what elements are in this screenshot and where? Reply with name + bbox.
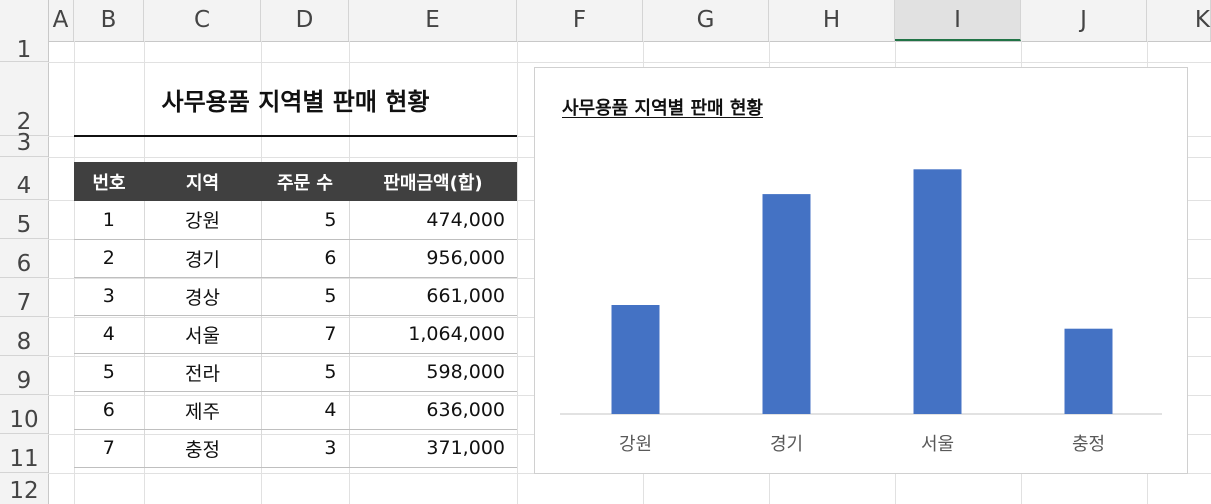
cell-region[interactable]: 경기 <box>144 239 262 278</box>
cell-no[interactable]: 7 <box>74 429 145 468</box>
row-header-4[interactable]: 4 <box>0 157 48 200</box>
cell-amount[interactable]: 956,000 <box>349 239 517 278</box>
column-header-k[interactable]: K <box>1147 0 1211 41</box>
row-header-7[interactable]: 7 <box>0 278 48 317</box>
column-header-j[interactable]: J <box>1021 0 1147 41</box>
column-header-b[interactable]: B <box>74 0 144 41</box>
column-header-g[interactable]: G <box>643 0 769 41</box>
row-header-11[interactable]: 11 <box>0 434 48 473</box>
row-header-bar: 1 2 3 4 5 6 7 8 9 10 11 12 <box>0 39 49 504</box>
cell-no[interactable]: 6 <box>74 391 145 430</box>
bar-4[interactable] <box>1064 328 1113 414</box>
cell-region[interactable]: 경상 <box>144 277 262 316</box>
cell-no[interactable]: 2 <box>74 239 145 278</box>
column-header-f[interactable]: F <box>517 0 643 41</box>
cell-orders[interactable]: 4 <box>261 391 350 430</box>
cell-amount[interactable]: 636,000 <box>349 391 517 430</box>
chart-plot: 강원 경기 서울 충정 <box>560 169 1162 455</box>
category-label: 충정 <box>1072 434 1105 455</box>
category-label: 강원 <box>619 434 652 455</box>
cell-orders[interactable]: 5 <box>261 277 350 316</box>
cell-region[interactable]: 서울 <box>144 315 262 354</box>
row-header-8[interactable]: 8 <box>0 317 48 356</box>
header-no[interactable]: 번호 <box>74 162 144 201</box>
bar-3[interactable] <box>913 169 962 414</box>
header-region[interactable]: 지역 <box>144 162 261 201</box>
cell-no[interactable]: 1 <box>74 201 145 240</box>
sales-chart[interactable]: 사무용품 지역별 판매 현황 강원 경기 서울 충정 <box>534 67 1188 474</box>
category-label: 서울 <box>921 434 954 455</box>
row-header-12[interactable]: 12 <box>0 473 48 504</box>
header-amount[interactable]: 판매금액(합) <box>349 162 517 201</box>
table-row: 2 경기 6 956,000 <box>74 239 517 278</box>
cell-no[interactable]: 3 <box>74 277 145 316</box>
column-header-c[interactable]: C <box>144 0 261 41</box>
row-header-10[interactable]: 10 <box>0 395 48 434</box>
cell-orders[interactable]: 3 <box>261 429 350 468</box>
table-row: 3 경상 5 661,000 <box>74 277 517 316</box>
table-row: 6 제주 4 636,000 <box>74 391 517 430</box>
title-underline <box>74 135 517 137</box>
table-row: 5 전라 5 598,000 <box>74 353 517 392</box>
row-header-5[interactable]: 5 <box>0 200 48 239</box>
category-label: 경기 <box>770 434 803 455</box>
sales-table: 번호 지역 주문 수 판매금액(합) 1 강원 5 474,000 2 경기 6… <box>74 162 517 468</box>
column-header-e[interactable]: E <box>349 0 517 41</box>
cell-orders[interactable]: 5 <box>261 353 350 392</box>
cell-amount[interactable]: 474,000 <box>349 201 517 240</box>
row-header-6[interactable]: 6 <box>0 239 48 278</box>
cell-region[interactable]: 강원 <box>144 201 262 240</box>
column-header-bar: A B C D E F G H I J K <box>0 0 1211 42</box>
cell-amount[interactable]: 661,000 <box>349 277 517 316</box>
cell-no[interactable]: 5 <box>74 353 145 392</box>
table-row: 7 충정 3 371,000 <box>74 429 517 468</box>
cell-amount[interactable]: 598,000 <box>349 353 517 392</box>
row-header-2[interactable]: 2 <box>0 62 48 136</box>
cell-amount[interactable]: 371,000 <box>349 429 517 468</box>
table-row: 4 서울 7 1,064,000 <box>74 315 517 354</box>
header-orders[interactable]: 주문 수 <box>261 162 349 201</box>
row-header-3[interactable]: 3 <box>0 130 48 157</box>
cell-no[interactable]: 4 <box>74 315 145 354</box>
cell-amount[interactable]: 1,064,000 <box>349 315 517 354</box>
bar-2[interactable] <box>762 194 811 414</box>
column-header-h[interactable]: H <box>769 0 895 41</box>
cell-region[interactable]: 충정 <box>144 429 262 468</box>
cell-orders[interactable]: 7 <box>261 315 350 354</box>
row-header-9[interactable]: 9 <box>0 356 48 395</box>
table-header-row: 번호 지역 주문 수 판매금액(합) <box>74 162 517 201</box>
cell-region[interactable]: 제주 <box>144 391 262 430</box>
table-row: 1 강원 5 474,000 <box>74 201 517 240</box>
column-header-a[interactable]: A <box>48 0 74 41</box>
cell-orders[interactable]: 6 <box>261 239 350 278</box>
select-all-corner[interactable] <box>0 0 49 41</box>
cell-region[interactable]: 전라 <box>144 353 262 392</box>
column-header-d[interactable]: D <box>261 0 349 41</box>
bar-1[interactable] <box>611 305 660 414</box>
row-header-1[interactable]: 1 <box>0 39 48 62</box>
sheet-title[interactable]: 사무용품 지역별 판매 현황 <box>74 80 517 124</box>
column-header-i[interactable]: I <box>895 0 1021 41</box>
cell-orders[interactable]: 5 <box>261 201 350 240</box>
